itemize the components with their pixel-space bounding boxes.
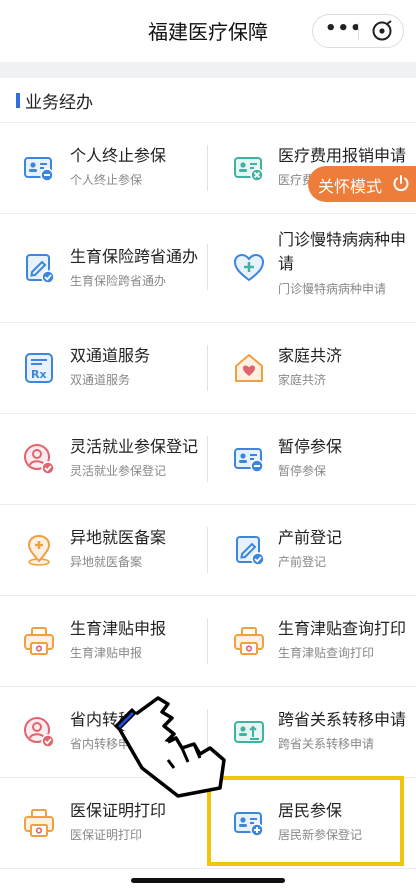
- doc-edit-check-icon: [26, 254, 55, 284]
- section-header: 业务经办: [0, 78, 416, 123]
- service-name: 个人终止参保: [70, 146, 167, 165]
- care-mode-button[interactable]: 关怀模式: [308, 166, 416, 202]
- service-item-dual-channel[interactable]: Rx 双通道服务 双通道服务: [0, 323, 208, 413]
- id-card-transfer-icon: [234, 721, 264, 743]
- section-title: 业务经办: [25, 93, 93, 113]
- service-sub: 异地就医备案: [70, 555, 143, 569]
- pointing-hand-icon: [113, 696, 226, 798]
- service-sub: 生育津贴查询打印: [278, 646, 375, 660]
- service-sub: 生育津贴申报: [70, 646, 143, 660]
- location-plus-icon: [27, 534, 51, 566]
- printer-icon: [24, 627, 54, 655]
- rx-icon: Rx: [25, 353, 53, 383]
- heart-plus-icon: [233, 253, 265, 282]
- service-sub: 医保证明打印: [70, 828, 143, 842]
- section-marker: [16, 93, 20, 108]
- service-name: 暂停参保: [278, 437, 343, 456]
- service-sub: 跨省关系转移申请: [278, 737, 375, 751]
- printer-icon: [24, 809, 54, 837]
- id-card-minus-icon: [24, 157, 54, 182]
- service-sub: 双通道服务: [70, 373, 131, 387]
- service-row: 灵活就业参保登记 灵活就业参保登记 暂停参保 暂停参保: [0, 414, 416, 505]
- service-item-family-mutual[interactable]: 家庭共济 家庭共济: [208, 323, 416, 413]
- home-indicator: [131, 878, 285, 883]
- person-check-icon: [24, 444, 55, 475]
- doc-edit-check-icon: [236, 536, 265, 566]
- service-item-suspend-insurance[interactable]: 暂停参保 暂停参保: [208, 414, 416, 504]
- service-sub: 暂停参保: [278, 464, 327, 478]
- mini-program-capsule: •••: [312, 14, 404, 48]
- service-name: 双通道服务: [70, 346, 151, 365]
- capsule-divider: [358, 23, 359, 40]
- id-card-x-icon: [234, 157, 264, 182]
- service-name: 生育津贴查询打印: [278, 619, 407, 638]
- service-name: 异地就医备案: [70, 528, 167, 547]
- nav-bar: 福建医疗保障 •••: [0, 0, 416, 62]
- service-item-flexible-employment[interactable]: 灵活就业参保登记 灵活就业参保登记: [0, 414, 208, 504]
- service-item-maternity-allowance-print[interactable]: 生育津贴查询打印 生育津贴查询打印: [208, 596, 416, 686]
- target-highlight-box: [207, 776, 404, 866]
- service-sub: 产前登记: [278, 555, 327, 569]
- service-item-cross-province-transfer[interactable]: 跨省关系转移申请 跨省关系转移申请: [208, 687, 416, 777]
- section-gap: [0, 62, 416, 78]
- service-item-offsite-medical[interactable]: 异地就医备案 异地就医备案: [0, 505, 208, 595]
- service-sub: 门诊慢特病病种申请: [278, 282, 387, 296]
- service-item-chronic-disease[interactable]: 门诊慢特病病种申请 门诊慢特病病种申请: [208, 214, 416, 322]
- printer-icon: [234, 627, 264, 655]
- svg-text:Rx: Rx: [31, 368, 47, 381]
- person-check-icon: [24, 717, 55, 748]
- more-icon[interactable]: •••: [325, 18, 363, 39]
- power-icon: [392, 174, 410, 196]
- service-name: 产前登记: [278, 528, 343, 547]
- service-sub: 家庭共济: [278, 373, 327, 387]
- service-row: Rx 双通道服务 双通道服务 家庭共济 家庭共济: [0, 323, 416, 414]
- service-item-personal-terminate[interactable]: 个人终止参保 个人终止参保: [0, 123, 208, 213]
- service-row: 生育津贴申报 生育津贴申报 生育津贴查询打印 生育津贴查询打印: [0, 596, 416, 687]
- service-name: 灵活就业参保登记: [70, 437, 199, 456]
- service-name: 生育津贴申报: [70, 619, 167, 638]
- service-name: 门诊慢特病病种申请: [278, 230, 407, 273]
- service-name: 医保证明打印: [70, 801, 167, 820]
- service-sub: 生育保险跨省通办: [70, 274, 167, 288]
- service-name: 家庭共济: [278, 346, 343, 365]
- service-name: 医疗费用报销申请: [278, 146, 407, 165]
- service-item-maternity-cross-province[interactable]: 生育保险跨省通办 生育保险跨省通办: [0, 214, 208, 322]
- close-circle-icon[interactable]: [371, 20, 393, 46]
- service-sub: 个人终止参保: [70, 173, 143, 187]
- service-item-prenatal-register[interactable]: 产前登记 产前登记: [208, 505, 416, 595]
- id-card-minus-icon: [234, 448, 264, 473]
- service-sub: 灵活就业参保登记: [70, 464, 167, 478]
- care-mode-label: 关怀模式: [318, 177, 383, 196]
- service-name: 跨省关系转移申请: [278, 710, 407, 729]
- service-name: 生育保险跨省通办: [70, 247, 199, 266]
- service-row: 生育保险跨省通办 生育保险跨省通办 门诊慢特病病种申请 门诊慢特病病种申请: [0, 214, 416, 323]
- service-row: 异地就医备案 异地就医备案 产前登记 产前登记: [0, 505, 416, 596]
- service-item-maternity-allowance-declare[interactable]: 生育津贴申报 生育津贴申报: [0, 596, 208, 686]
- house-heart-icon: [235, 354, 263, 382]
